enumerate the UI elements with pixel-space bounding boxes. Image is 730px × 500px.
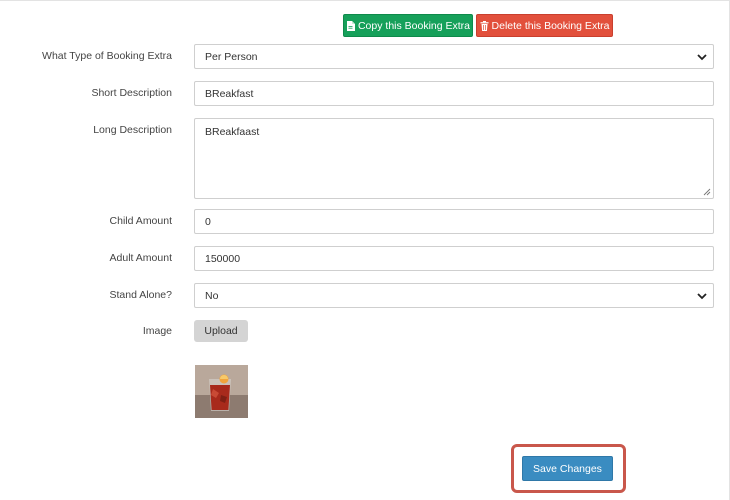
long-description-label: Long Description — [93, 124, 172, 136]
long-description-value: BReakfaast — [205, 126, 260, 138]
adult-amount-input[interactable]: 150000 — [194, 246, 714, 271]
child-amount-input[interactable]: 0 — [194, 209, 714, 234]
copy-booking-extra-button[interactable]: Copy this Booking Extra — [343, 14, 473, 37]
image-label: Image — [142, 325, 172, 337]
file-icon — [346, 20, 355, 31]
image-thumbnail — [195, 365, 248, 418]
chevron-down-icon — [697, 292, 707, 299]
delete-booking-extra-button[interactable]: Delete this Booking Extra — [476, 14, 613, 37]
stand-alone-value: No — [205, 289, 219, 302]
child-amount-label: Child Amount — [109, 215, 172, 227]
booking-extra-form: Copy this Booking Extra Delete this Book… — [0, 0, 730, 500]
type-label: What Type of Booking Extra — [42, 50, 172, 62]
stand-alone-label: Stand Alone? — [109, 289, 172, 301]
booking-extra-type-select[interactable]: Per Person — [194, 44, 714, 69]
trash-icon — [480, 20, 489, 31]
save-changes-button[interactable]: Save Changes — [522, 456, 613, 481]
long-description-textarea[interactable]: BReakfaast — [194, 118, 714, 199]
stand-alone-select[interactable]: No — [194, 283, 714, 308]
chevron-down-icon — [697, 53, 707, 60]
adult-amount-value: 150000 — [205, 252, 241, 265]
child-amount-value: 0 — [205, 215, 211, 228]
short-description-label: Short Description — [91, 87, 172, 99]
copy-booking-extra-label: Copy this Booking Extra — [357, 19, 471, 32]
delete-booking-extra-label: Delete this Booking Extra — [491, 19, 610, 32]
upload-button[interactable]: Upload — [194, 320, 248, 342]
adult-amount-label: Adult Amount — [109, 252, 172, 264]
booking-extra-type-value: Per Person — [205, 50, 258, 63]
short-description-value: BReakfast — [205, 87, 254, 100]
short-description-input[interactable]: BReakfast — [194, 81, 714, 106]
resize-handle-icon[interactable] — [703, 188, 711, 196]
